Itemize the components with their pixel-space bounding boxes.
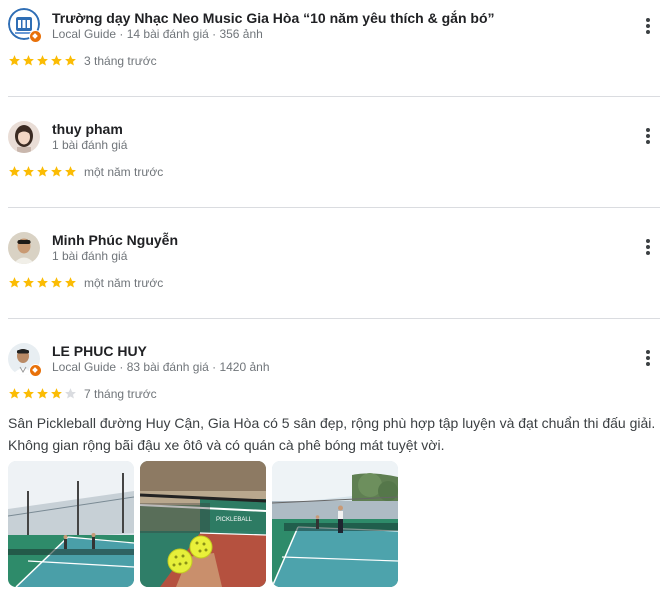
divider	[8, 96, 660, 97]
reviewer-name[interactable]: LE PHUC HUY	[52, 342, 147, 360]
local-guide-badge-icon	[29, 30, 42, 43]
divider	[8, 207, 660, 208]
more-vert-icon[interactable]	[638, 15, 658, 37]
star-icon	[65, 55, 76, 66]
star-icon	[9, 277, 20, 288]
more-vert-icon[interactable]	[638, 347, 658, 369]
reviewer-meta: Local Guide · 83 bài đánh giá · 1420 ảnh	[52, 360, 270, 374]
star-icon	[51, 166, 62, 177]
reviewer-meta: Local Guide · 14 bài đánh giá · 356 ảnh	[52, 27, 263, 41]
photo-banner-text: PICKLEBALL	[216, 517, 253, 523]
reviewer-meta: 1 bài đánh giá	[52, 138, 128, 152]
star-icon	[37, 388, 48, 399]
review-text: Sân Pickleball đường Huy Cận, Gia Hòa có…	[8, 415, 656, 453]
divider	[8, 318, 660, 319]
star-icon	[9, 166, 20, 177]
local-guide-badge-icon	[29, 364, 42, 377]
star-icon	[23, 277, 34, 288]
star-icon	[23, 55, 34, 66]
review-time: 3 tháng trước	[84, 54, 157, 68]
star-icon	[37, 55, 48, 66]
star-icon	[23, 166, 34, 177]
star-icon	[9, 55, 20, 66]
star-icon	[37, 277, 48, 288]
star-icon	[65, 388, 76, 399]
reviewer-name[interactable]: Trường dạy Nhạc Neo Music Gia Hòa “10 nă…	[52, 9, 495, 27]
review-photo[interactable]: PICKLEBALL	[140, 461, 266, 587]
star-rating	[8, 54, 77, 68]
reviewer-meta: 1 bài đánh giá	[52, 249, 128, 263]
review-time: một năm trước	[84, 276, 164, 290]
review-time: 7 tháng trước	[84, 387, 157, 401]
star-icon	[65, 277, 76, 288]
star-icon	[9, 388, 20, 399]
avatar[interactable]	[8, 232, 40, 264]
avatar[interactable]	[8, 121, 40, 153]
star-rating	[8, 165, 77, 179]
star-icon	[37, 166, 48, 177]
more-vert-icon[interactable]	[638, 236, 658, 258]
more-vert-icon[interactable]	[638, 125, 658, 147]
star-icon	[51, 55, 62, 66]
review-time: một năm trước	[84, 165, 164, 179]
review-photo[interactable]	[8, 461, 134, 587]
star-icon	[65, 166, 76, 177]
review-photo[interactable]	[272, 461, 398, 587]
star-rating	[8, 387, 77, 401]
star-icon	[23, 388, 34, 399]
reviewer-name[interactable]: thuy pham	[52, 120, 123, 138]
star-rating	[8, 276, 77, 290]
reviewer-name[interactable]: Minh Phúc Nguyễn	[52, 231, 178, 249]
star-icon	[51, 277, 62, 288]
star-icon	[51, 388, 62, 399]
